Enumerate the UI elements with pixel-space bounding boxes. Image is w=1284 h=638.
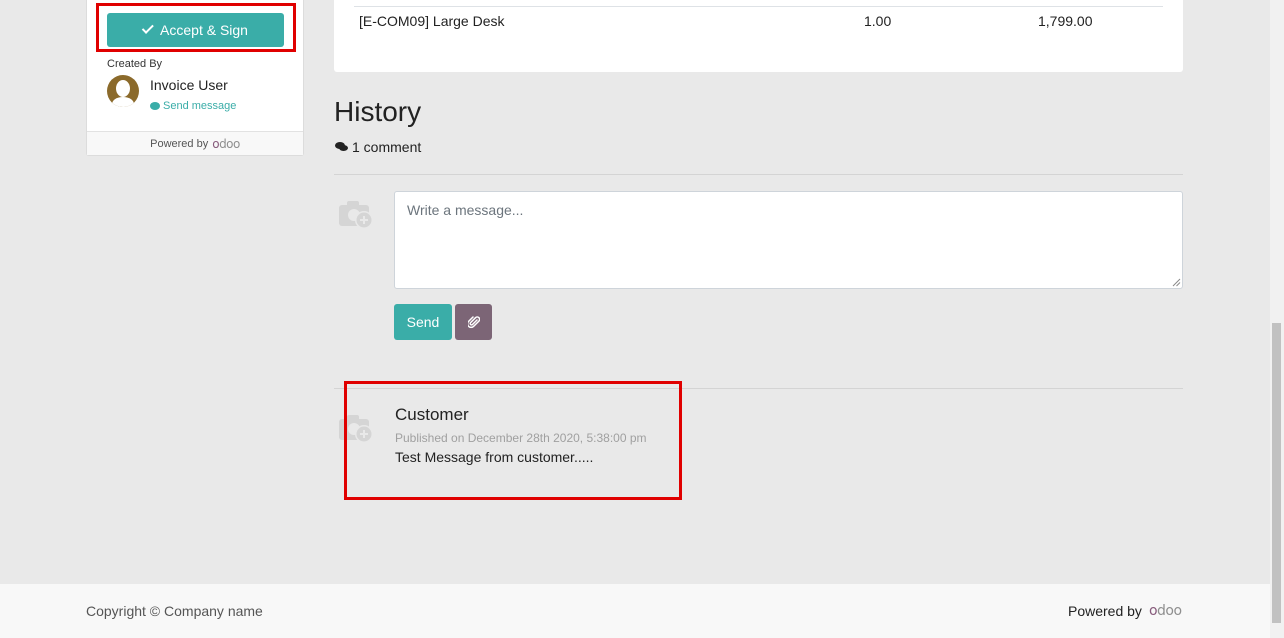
footer-powered-by: Powered by odoo [1068,603,1182,619]
highlight-box-message [344,381,682,500]
footer-powered-by-label: Powered by [1068,603,1142,619]
comments-icon [335,142,348,152]
amount-cell: 1,799.00 [1038,13,1093,29]
divider [334,174,1183,175]
salesperson-name: Invoice User [150,77,228,93]
table-divider [354,6,1163,7]
attach-button[interactable] [455,304,492,340]
message-input[interactable] [394,191,1183,289]
powered-by-label: Powered by [150,137,209,150]
resize-grip-icon[interactable] [1172,278,1181,287]
send-button[interactable]: Send [394,304,452,340]
odoo-logo[interactable]: odoo [212,137,240,151]
powered-by-strip: Powered by odoo [87,131,303,155]
history-title: History [334,96,422,127]
scrollbar-thumb[interactable] [1272,323,1281,623]
highlight-box-accept [96,3,296,52]
odoo-logo[interactable]: odoo [1149,603,1182,619]
send-message-label: Send message [163,100,237,112]
comment-icon [150,102,160,110]
avatar [107,75,139,107]
order-lines-card: [E-COM09] Large Desk 1.00 1,799.00 [334,0,1183,72]
created-by-label: Created By [107,58,163,70]
footer: Copyright © Company name Powered by odoo [0,584,1270,638]
camera-icon [339,201,373,229]
send-message-link[interactable]: Send message [150,100,236,112]
comment-count-label: 1 comment [352,139,422,155]
product-cell: [E-COM09] Large Desk [359,13,505,29]
copyright: Copyright © Company name [86,603,263,619]
quantity-cell: 1.00 [864,13,892,29]
comment-count: 1 comment [335,139,421,155]
paperclip-icon [467,316,480,329]
